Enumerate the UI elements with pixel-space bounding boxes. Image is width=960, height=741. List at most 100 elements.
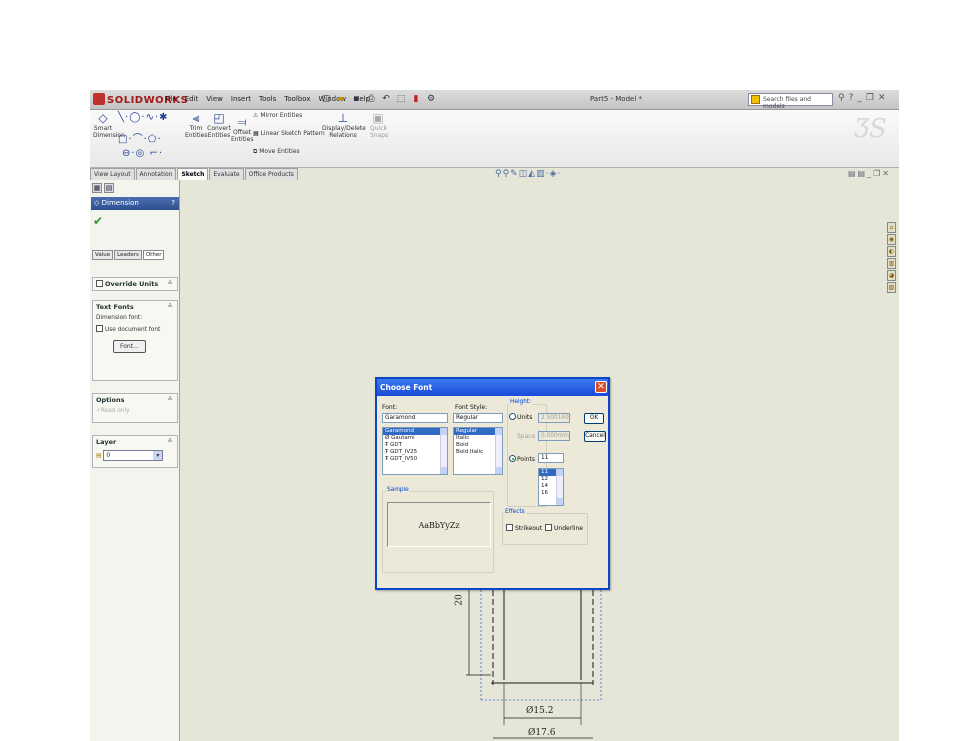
font-list-scrollbar[interactable]	[440, 428, 447, 474]
font-style-input[interactable]: Regular	[453, 413, 503, 423]
smart-dimension-button[interactable]: ◇ Smart Dimension	[93, 112, 125, 140]
tab-sketch[interactable]: Sketch	[177, 168, 209, 180]
points-input[interactable]: 11	[538, 453, 564, 463]
dimension-inner-diameter[interactable]: Ø15.2	[526, 706, 553, 716]
menu-file[interactable]: File	[165, 95, 177, 103]
style-list-scrollbar[interactable]	[495, 428, 502, 474]
override-units-header[interactable]: Override Units ≚	[93, 278, 177, 290]
tab-view-layout[interactable]: View Layout	[90, 168, 135, 180]
dimension-icon: ◇	[94, 199, 100, 207]
options-icon[interactable]: ⚙	[425, 93, 437, 105]
chevron-up-icon[interactable]: ≙	[168, 302, 173, 310]
menu-view[interactable]: View	[206, 95, 223, 103]
font-input[interactable]: Garamond	[382, 413, 448, 423]
chevron-up-icon[interactable]: ≙	[168, 437, 173, 445]
undo-icon[interactable]: ↶	[380, 93, 392, 105]
font-list-item[interactable]: Ŧ GDT_IV50	[383, 456, 447, 463]
property-manager-tab-icon[interactable]: ▤	[104, 183, 114, 193]
space-input[interactable]: 0.000mm	[538, 431, 570, 441]
use-document-font-row[interactable]: Use document font	[93, 323, 177, 335]
select-icon[interactable]: ⬚	[395, 93, 407, 105]
dialog-close-icon[interactable]: ✕	[595, 381, 607, 393]
font-list-item[interactable]: Ø Gautami	[383, 435, 447, 442]
tab-leaders[interactable]: Leaders	[114, 250, 142, 260]
menu-toolbox[interactable]: Toolbox	[284, 95, 310, 103]
font-style-list[interactable]: Regular Italic Bold Bold Italic	[453, 427, 503, 475]
minimize-icon[interactable]: _	[857, 93, 862, 103]
override-units-checkbox[interactable]	[96, 280, 103, 287]
font-list-item[interactable]: Garamond	[383, 428, 447, 435]
quick-snaps-button[interactable]: ▣ Quick Snaps	[370, 112, 388, 140]
tab-office-products[interactable]: Office Products	[244, 168, 298, 180]
search-icon[interactable]: ⚲	[838, 93, 845, 103]
line-circle-spline-tools[interactable]: ╲·◯·∿·✱	[118, 112, 169, 123]
underline-row[interactable]: Underline	[545, 524, 583, 532]
use-document-font-checkbox[interactable]	[96, 325, 103, 332]
ok-checkmark-icon[interactable]: ✔	[93, 214, 103, 228]
chevron-down-icon: ▾	[153, 451, 163, 460]
trim-icon: ⫷	[192, 111, 200, 125]
font-list-item[interactable]: Ŧ GDT	[383, 442, 447, 449]
save-icon[interactable]: ▪	[350, 93, 362, 105]
tab-other[interactable]: Other	[142, 250, 165, 260]
open-folder-icon[interactable]: ▰	[335, 93, 347, 105]
trim-entities-button[interactable]: ⫷ Trim Entities	[185, 111, 207, 140]
quick-access-toolbar: ▢ ▰ ▪ ⎙ ↶ ⬚ ▮ ⚙	[320, 93, 437, 105]
units-input[interactable]: 2.500140t	[538, 413, 571, 423]
strikeout-row[interactable]: Strikeout	[506, 524, 542, 532]
rectangle-arc-polygon-tools[interactable]: □·⌒·⬠·	[118, 130, 162, 145]
layer-header[interactable]: Layer ≙	[93, 436, 177, 448]
mirror-entities-button[interactable]: ⚠ Mirror Entities	[253, 112, 302, 119]
points-radio-button[interactable]	[509, 455, 516, 462]
dimension-20[interactable]: 20	[455, 594, 465, 605]
search-folder-icon	[751, 95, 760, 104]
underline-checkbox[interactable]	[545, 524, 552, 531]
effects-label: Effects	[504, 509, 526, 515]
feature-tree-tab-icon[interactable]: ▦	[92, 183, 102, 193]
read-only-row[interactable]: ✓Read only	[93, 406, 177, 416]
dimension-outer-diameter[interactable]: Ø17.6	[528, 728, 555, 738]
close-icon[interactable]: ✕	[878, 93, 886, 103]
restore-icon[interactable]: ❐	[866, 93, 874, 103]
slot-point-fillet-tools[interactable]: ⊖·◎ ⌐·	[122, 148, 163, 159]
text-fonts-header[interactable]: Text Fonts ≙	[93, 301, 177, 313]
tab-evaluate[interactable]: Evaluate	[209, 168, 244, 180]
font-button[interactable]: Font...	[113, 340, 146, 353]
strikeout-checkbox[interactable]	[506, 524, 513, 531]
chevron-down-icon[interactable]: ≚	[168, 279, 173, 287]
search-input[interactable]: Search files and models	[748, 93, 833, 110]
layer-select[interactable]: 0 ▾	[103, 450, 164, 461]
size-list-scrollbar[interactable]	[556, 469, 563, 505]
help-button[interactable]: ?	[171, 199, 175, 207]
tab-annotation[interactable]: Annotation	[135, 168, 177, 180]
rebuild-icon[interactable]: ▮	[410, 93, 422, 105]
dimension-font-label: Dimension font:	[96, 315, 143, 321]
menu-edit[interactable]: Edit	[185, 95, 199, 103]
chevron-up-icon[interactable]: ≙	[168, 395, 173, 403]
units-radio-button[interactable]	[509, 413, 516, 420]
tab-value[interactable]: Value	[92, 250, 114, 260]
sample-label: Sample	[386, 487, 410, 493]
heads-up-view-toolbar[interactable]: ⚲⚲✎◫◭▥·◈·	[495, 169, 561, 179]
points-size-list[interactable]: 11 12 14 16	[538, 468, 564, 506]
print-icon[interactable]: ⎙	[365, 93, 377, 105]
points-radio[interactable]: Points	[509, 455, 535, 463]
menu-tools[interactable]: Tools	[259, 95, 276, 103]
font-list[interactable]: Garamond Ø Gautami Ŧ GDT Ŧ GDT_IV25 Ŧ GD…	[382, 427, 448, 475]
font-list-item[interactable]: Ŧ GDT_IV25	[383, 449, 447, 456]
new-document-icon[interactable]: ▢	[320, 93, 332, 105]
layer-value: 0	[106, 452, 111, 459]
linear-pattern-button[interactable]: ▦ Linear Sketch Pattern	[253, 130, 325, 137]
ok-button[interactable]: OK	[584, 413, 604, 424]
help-icon[interactable]: ?	[849, 93, 854, 103]
offset-entities-button[interactable]: ⫤ Offset Entities	[231, 116, 253, 144]
display-delete-relations-button[interactable]: ⊥ Display/Delete Relations	[322, 112, 366, 140]
units-label: Units	[517, 414, 533, 421]
move-entities-button[interactable]: ⧉ Move Entities	[253, 148, 300, 155]
units-radio[interactable]: Units	[509, 413, 532, 421]
cancel-button[interactable]: Cancel	[584, 431, 606, 442]
convert-entities-button[interactable]: ◰ Convert Entities	[207, 112, 231, 140]
options-header[interactable]: Options ≙	[93, 394, 177, 406]
viewport-window-controls[interactable]: ▤▤_❐✕	[848, 169, 891, 178]
menu-insert[interactable]: Insert	[231, 95, 251, 103]
